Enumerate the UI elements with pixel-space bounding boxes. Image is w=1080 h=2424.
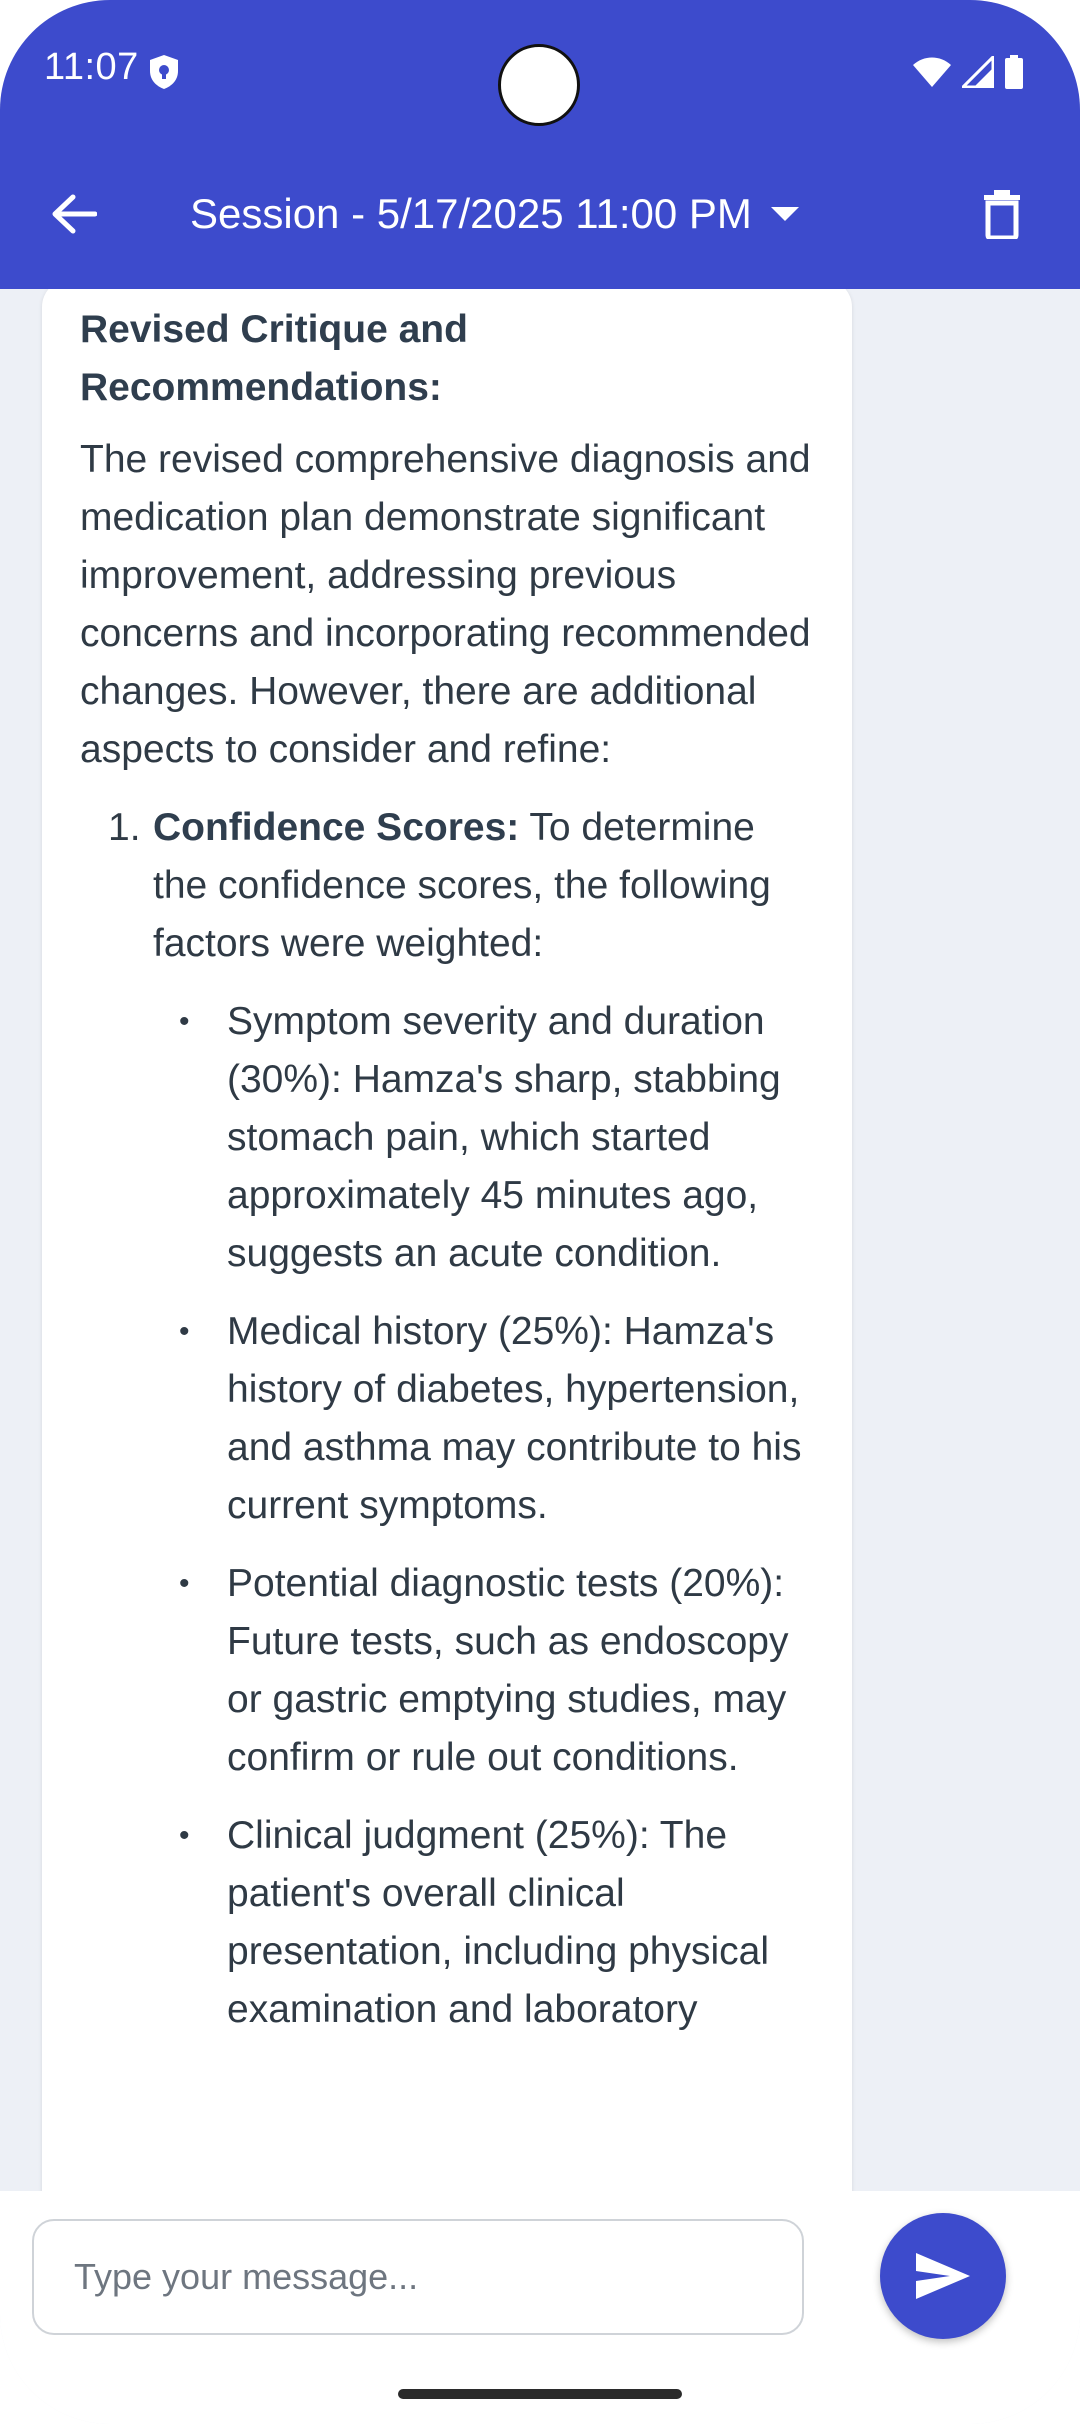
list-item: • Potential diagnostic tests (20%): Futu… — [153, 1555, 816, 1787]
wifi-icon — [913, 57, 951, 87]
session-selector[interactable]: Session - 5/17/2025 11:00 PM — [190, 185, 800, 243]
back-button[interactable] — [40, 180, 108, 248]
bullet-text: Medical history (25%): Hamza's history o… — [227, 1310, 802, 1527]
list-item: • Symptom severity and duration (30%): H… — [153, 993, 816, 1283]
item-number: 1. — [108, 806, 141, 849]
dropdown-caret-icon — [770, 207, 799, 221]
list-item: • Clinical judgment (25%): The patient's… — [153, 1807, 816, 2039]
bullet-dot: • — [179, 1819, 190, 1852]
bullet-text: Clinical judgment (25%): The patient's o… — [227, 1814, 770, 2031]
bullet-text: Potential diagnostic tests (20%): Future… — [227, 1562, 789, 1779]
send-button[interactable] — [880, 2213, 1006, 2339]
home-indicator — [398, 2389, 682, 2399]
message-intro: The revised comprehensive diagnosis and … — [80, 438, 811, 771]
signal-icon — [962, 56, 994, 88]
item-title: Confidence Scores: — [153, 806, 520, 849]
bullet-dot: • — [179, 1567, 190, 1600]
list-item: • Medical history (25%): Hamza's history… — [153, 1303, 816, 1535]
status-time: 11:07 — [44, 46, 139, 88]
numbered-item: 1. Confidence Scores: To determine the c… — [80, 799, 816, 973]
bullet-text: Symptom severity and duration (30%): Ham… — [227, 1000, 781, 1275]
chat-area[interactable]: Revised Critique and Recommendations: Th… — [0, 289, 1080, 2191]
factor-list: • Symptom severity and duration (30%): H… — [153, 993, 816, 2039]
bullet-dot: • — [179, 1005, 190, 1038]
camera-cutout — [498, 44, 580, 126]
message-input[interactable]: Type your message... — [32, 2219, 804, 2335]
send-icon — [916, 2253, 970, 2299]
battery-icon — [1005, 55, 1023, 89]
status-icons — [912, 54, 1024, 90]
assistant-message-bubble: Revised Critique and Recommendations: Th… — [42, 289, 852, 2191]
app-header: 11:07 Session - 5/17/2025 11:00 PM — [0, 0, 1080, 289]
bullet-dot: • — [179, 1315, 190, 1348]
session-title-text: Session - 5/17/2025 11:00 PM — [190, 190, 752, 237]
trash-icon — [984, 190, 1020, 239]
shield-icon — [150, 55, 178, 89]
phone-screen: 11:07 Session - 5/17/2025 11:00 PM Revis… — [0, 0, 1080, 2424]
back-arrow-icon — [52, 194, 97, 234]
message-heading: Revised Critique and Recommendations: — [80, 308, 468, 409]
composer-bar: Type your message... — [0, 2191, 1080, 2424]
delete-session-button[interactable] — [968, 180, 1036, 248]
